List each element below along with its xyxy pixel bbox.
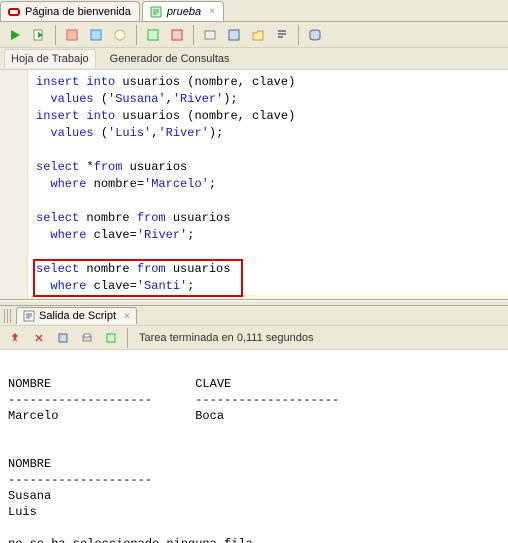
rollback-button[interactable] xyxy=(166,24,188,46)
toolbar-separator xyxy=(55,25,56,45)
oracle-icon xyxy=(7,5,21,19)
save-output-button[interactable] xyxy=(52,327,74,349)
editor-gutter xyxy=(0,70,28,299)
tab-welcome[interactable]: Página de bienvenida xyxy=(0,1,140,21)
autotrace-button[interactable] xyxy=(85,24,107,46)
tab-prueba[interactable]: prueba × xyxy=(142,1,224,21)
close-icon[interactable]: × xyxy=(209,6,215,17)
export-button[interactable] xyxy=(100,327,122,349)
tab-script-output[interactable]: Salida de Script × xyxy=(16,307,137,324)
save-button[interactable] xyxy=(223,24,245,46)
explain-button[interactable] xyxy=(61,24,83,46)
clear-output-button[interactable] xyxy=(28,327,50,349)
format-button[interactable] xyxy=(271,24,293,46)
drag-handle-icon[interactable] xyxy=(4,309,12,323)
open-button[interactable] xyxy=(247,24,269,46)
run-button[interactable] xyxy=(4,24,26,46)
toolbar-separator xyxy=(127,328,128,348)
status-text: Tarea terminada en 0,111 segundos xyxy=(139,332,314,344)
close-icon[interactable]: × xyxy=(124,311,130,322)
toolbar-separator xyxy=(136,25,137,45)
file-tabs: Página de bienvenida prueba × xyxy=(0,0,508,22)
sql-tune-button[interactable] xyxy=(109,24,131,46)
tab-label: Página de bienvenida xyxy=(25,6,131,18)
commit-button[interactable] xyxy=(142,24,164,46)
toolbar-separator xyxy=(193,25,194,45)
print-button[interactable] xyxy=(76,327,98,349)
worksheet-icon xyxy=(149,5,163,19)
tab-label: Salida de Script xyxy=(39,310,116,322)
toolbar-separator xyxy=(298,25,299,45)
main-toolbar xyxy=(0,22,508,48)
sql-editor[interactable]: insert into usuarios (nombre, clave) val… xyxy=(0,70,508,300)
worksheet-tabs: Hoja de Trabajo Generador de Consultas xyxy=(0,48,508,70)
output-tabs: Salida de Script × xyxy=(0,306,508,326)
clear-button[interactable] xyxy=(199,24,221,46)
script-output-icon xyxy=(23,310,35,322)
code-area[interactable]: insert into usuarios (nombre, clave) val… xyxy=(28,70,508,299)
subtab-worksheet[interactable]: Hoja de Trabajo xyxy=(4,49,96,68)
run-script-button[interactable] xyxy=(28,24,50,46)
output-toolbar: Tarea terminada en 0,111 segundos xyxy=(0,326,508,350)
script-output[interactable]: NOMBRE CLAVE -------------------- ------… xyxy=(0,350,508,543)
pin-button[interactable] xyxy=(4,327,26,349)
db-button[interactable] xyxy=(304,24,326,46)
tab-label: prueba xyxy=(167,6,201,18)
subtab-querybuilder[interactable]: Generador de Consultas xyxy=(104,50,236,68)
